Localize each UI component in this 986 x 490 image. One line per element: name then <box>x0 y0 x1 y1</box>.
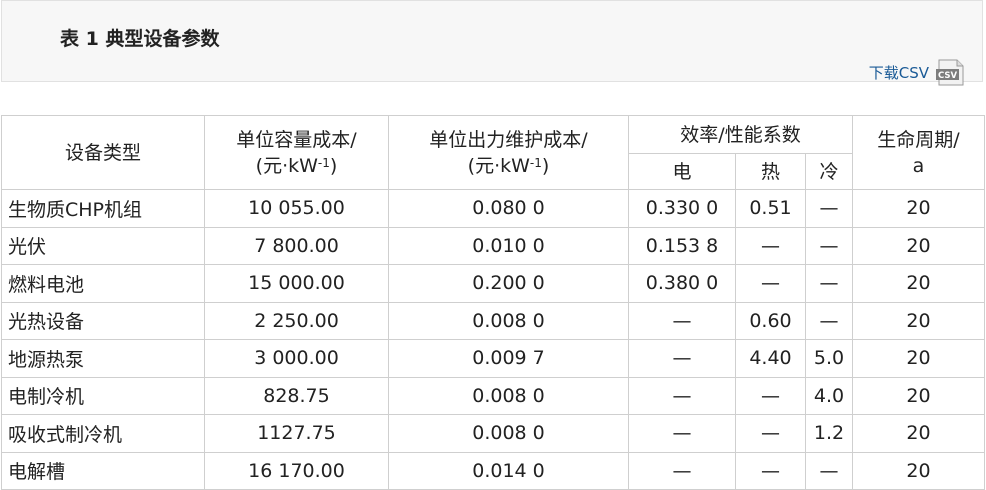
cell-efficiency-heat: — <box>735 376 806 415</box>
header-lifetime: 生命周期/ a <box>852 115 985 190</box>
cell-efficiency-cold: — <box>805 451 853 490</box>
header-maintenance-cost-close: ) <box>541 154 550 177</box>
table-row: 生物质CHP机组 10 055.00 0.080 0 0.330 0 0.51 … <box>1 189 985 228</box>
table-caption-box: 表 1 典型设备参数 下载CSV CSV <box>1 0 983 86</box>
cell-efficiency-cold: — <box>805 226 853 265</box>
table-row: 地源热泵 3 000.00 0.009 7 — 4.40 5.0 20 <box>1 339 985 378</box>
cell-efficiency-heat: — <box>735 451 806 490</box>
cell-device-name: 电制冷机 <box>1 376 205 415</box>
cell-efficiency-electric: — <box>628 414 736 453</box>
cell-efficiency-cold: — <box>805 189 853 228</box>
table-title: 表 1 典型设备参数 <box>60 28 220 50</box>
header-capacity-cost-label: 单位容量成本/ <box>236 128 357 151</box>
equipment-parameters-table: 设备类型 单位容量成本/ (元·kW-1) 单位出力维护成本/ (元·kW-1)… <box>1 115 985 490</box>
cell-capacity-cost: 10 055.00 <box>204 189 389 228</box>
cell-device-name: 燃料电池 <box>1 264 205 303</box>
cell-device-name: 电解槽 <box>1 451 205 490</box>
cell-lifetime: 20 <box>852 226 985 265</box>
download-csv-link[interactable]: 下载CSV CSV <box>869 59 966 86</box>
cell-maintenance-cost: 0.080 0 <box>388 189 629 228</box>
header-capacity-cost: 单位容量成本/ (元·kW-1) <box>204 115 389 190</box>
cell-efficiency-heat: — <box>735 264 806 303</box>
cell-efficiency-electric: — <box>628 301 736 340</box>
cell-capacity-cost: 3 000.00 <box>204 339 389 378</box>
cell-efficiency-electric: — <box>628 339 736 378</box>
cell-maintenance-cost: 0.200 0 <box>388 264 629 303</box>
header-capacity-cost-close: ) <box>329 154 338 177</box>
cell-maintenance-cost: 0.009 7 <box>388 339 629 378</box>
cell-efficiency-cold: — <box>805 301 853 340</box>
cell-efficiency-heat: 0.51 <box>735 189 806 228</box>
header-efficiency-electric: 电 <box>628 153 736 190</box>
cell-lifetime: 20 <box>852 301 985 340</box>
cell-capacity-cost: 2 250.00 <box>204 301 389 340</box>
cell-lifetime: 20 <box>852 451 985 490</box>
csv-icon-text: CSV <box>938 71 958 81</box>
table-row: 吸收式制冷机 1127.75 0.008 0 — — 1.2 20 <box>1 414 985 453</box>
cell-efficiency-electric: 0.330 0 <box>628 189 736 228</box>
cell-device-name: 生物质CHP机组 <box>1 189 205 228</box>
cell-lifetime: 20 <box>852 339 985 378</box>
header-device-type: 设备类型 <box>1 115 205 190</box>
cell-efficiency-electric: — <box>628 451 736 490</box>
table-body: 生物质CHP机组 10 055.00 0.080 0 0.330 0 0.51 … <box>1 189 985 490</box>
cell-maintenance-cost: 0.008 0 <box>388 414 629 453</box>
cell-maintenance-cost: 0.008 0 <box>388 301 629 340</box>
table-row: 电解槽 16 170.00 0.014 0 — — — 20 <box>1 451 985 490</box>
table-row: 电制冷机 828.75 0.008 0 — — 4.0 20 <box>1 376 985 415</box>
header-efficiency-heat: 热 <box>735 153 806 190</box>
header-efficiency-cold: 冷 <box>805 153 853 190</box>
cell-efficiency-heat: — <box>735 226 806 265</box>
cell-efficiency-electric: 0.380 0 <box>628 264 736 303</box>
table-row: 光热设备 2 250.00 0.008 0 — 0.60 — 20 <box>1 301 985 340</box>
cell-efficiency-heat: 0.60 <box>735 301 806 340</box>
cell-efficiency-heat: 4.40 <box>735 339 806 378</box>
cell-capacity-cost: 16 170.00 <box>204 451 389 490</box>
cell-lifetime: 20 <box>852 264 985 303</box>
header-efficiency: 效率/性能系数 <box>628 115 853 154</box>
header-lifetime-unit: a <box>912 154 925 177</box>
header-maintenance-cost-unit-line: (元·kW-1) <box>389 153 628 179</box>
header-capacity-cost-exponent: -1 <box>317 155 330 170</box>
header-maintenance-cost-label: 单位出力维护成本/ <box>429 128 588 151</box>
header-capacity-cost-unit-line: (元·kW-1) <box>205 153 388 179</box>
cell-capacity-cost: 7 800.00 <box>204 226 389 265</box>
header-lifetime-label: 生命周期/ <box>877 128 960 151</box>
cell-device-name: 地源热泵 <box>1 339 205 378</box>
download-csv-label: 下载CSV <box>868 64 929 82</box>
cell-efficiency-cold: 1.2 <box>805 414 853 453</box>
cell-maintenance-cost: 0.010 0 <box>388 226 629 265</box>
cell-maintenance-cost: 0.014 0 <box>388 451 629 490</box>
cell-efficiency-electric: — <box>628 376 736 415</box>
cell-efficiency-heat: — <box>735 414 806 453</box>
header-maintenance-cost-unit: (元·kW <box>467 154 530 177</box>
cell-lifetime: 20 <box>852 414 985 453</box>
table-row: 光伏 7 800.00 0.010 0 0.153 8 — — 20 <box>1 226 985 265</box>
cell-device-name: 光伏 <box>1 226 205 265</box>
cell-device-name: 吸收式制冷机 <box>1 414 205 453</box>
cell-lifetime: 20 <box>852 376 985 415</box>
header-maintenance-cost: 单位出力维护成本/ (元·kW-1) <box>388 115 629 190</box>
cell-capacity-cost: 1127.75 <box>204 414 389 453</box>
cell-efficiency-cold: — <box>805 264 853 303</box>
cell-efficiency-cold: 5.0 <box>805 339 853 378</box>
cell-maintenance-cost: 0.008 0 <box>388 376 629 415</box>
cell-capacity-cost: 828.75 <box>204 376 389 415</box>
header-maintenance-cost-exponent: -1 <box>529 155 542 170</box>
cell-capacity-cost: 15 000.00 <box>204 264 389 303</box>
cell-lifetime: 20 <box>852 189 985 228</box>
table-row: 燃料电池 15 000.00 0.200 0 0.380 0 — — 20 <box>1 264 985 303</box>
header-capacity-cost-unit: (元·kW <box>255 154 318 177</box>
csv-file-icon: CSV <box>936 59 964 86</box>
cell-efficiency-electric: 0.153 8 <box>628 226 736 265</box>
cell-efficiency-cold: 4.0 <box>805 376 853 415</box>
cell-device-name: 光热设备 <box>1 301 205 340</box>
